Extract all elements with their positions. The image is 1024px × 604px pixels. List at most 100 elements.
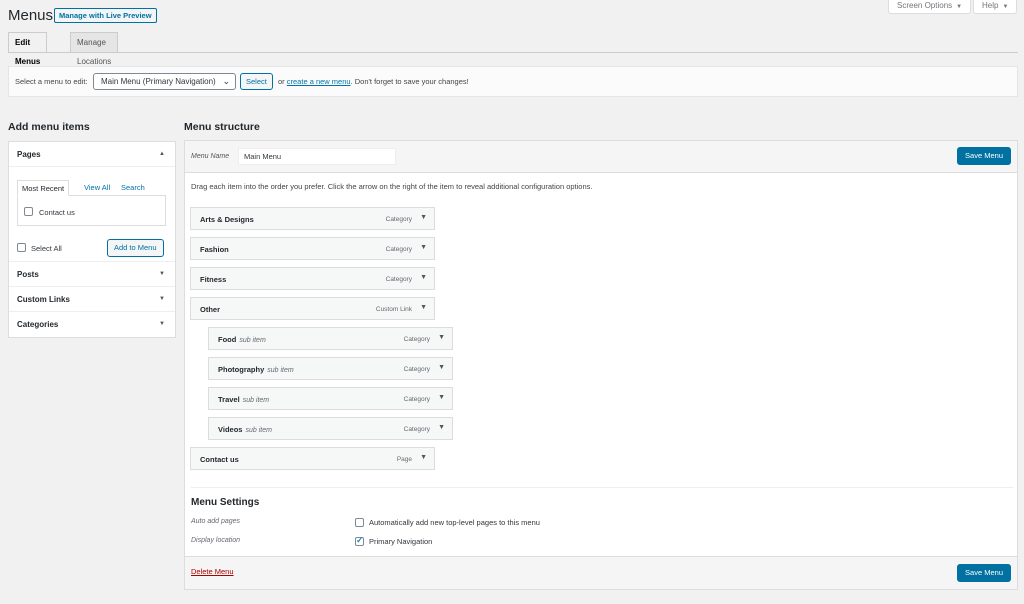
auto-add-checkbox[interactable] — [355, 518, 364, 527]
help-button[interactable]: Help ▼ — [973, 0, 1018, 14]
select-all-label: Select All — [31, 244, 62, 253]
menu-select-dropdown[interactable]: Main Menu (Primary Navigation) ⌄ — [93, 73, 236, 90]
menu-item-title: Food sub item — [218, 335, 266, 344]
primary-navigation-checkbox[interactable] — [355, 535, 364, 546]
menu-item-title-text: Contact us — [200, 455, 239, 464]
menu-item-fitness[interactable]: Fitness Category ▼ — [190, 267, 435, 290]
menu-item-title-text: Arts & Designs — [200, 215, 254, 224]
sub-item-label: sub item — [242, 397, 270, 404]
menu-name-label: Menu Name — [191, 153, 230, 160]
menu-item-contact-us[interactable]: Contact us Page ▼ — [190, 447, 435, 470]
menu-item-type: Custom Link — [375, 306, 412, 313]
caret-down-icon: ▼ — [956, 4, 963, 10]
menu-item-travel[interactable]: Travel sub item Category ▼ — [208, 387, 453, 410]
menu-item-title-text: Fitness — [200, 275, 227, 284]
menu-item-title-text: Other — [200, 305, 221, 314]
expand-arrow-icon[interactable]: ▼ — [420, 214, 427, 221]
or-text: or — [278, 77, 285, 86]
menu-item-type: Page — [396, 456, 412, 463]
categories-section-header[interactable]: Categories ▼ — [9, 312, 175, 337]
select-all-checkbox[interactable] — [17, 243, 26, 252]
menu-select-value: Main Menu (Primary Navigation) — [101, 77, 216, 86]
menu-item-type: Category — [403, 426, 430, 433]
add-menu-items-heading: Add menu items — [8, 121, 90, 133]
expand-arrow-icon: ▼ — [159, 271, 165, 277]
settings-divider — [191, 487, 1013, 488]
expand-arrow-icon[interactable]: ▼ — [438, 334, 445, 341]
save-menu-button-bottom[interactable]: Save Menu — [957, 564, 1011, 582]
add-to-menu-button[interactable]: Add to Menu — [107, 239, 164, 257]
menu-item-type: Category — [385, 246, 412, 253]
tab-edit-menus[interactable]: Edit Menus — [8, 32, 48, 66]
auto-add-text: Automatically add new top-level pages to… — [369, 518, 540, 527]
tab-manage-locations[interactable]: Manage Locations — [70, 32, 119, 66]
select-button[interactable]: Select — [240, 73, 273, 90]
expand-arrow-icon[interactable]: ▼ — [438, 364, 445, 371]
custom-links-section-title: Custom Links — [17, 295, 70, 304]
menu-item-title-text: Videos — [218, 425, 243, 434]
custom-links-section-header[interactable]: Custom Links ▼ — [9, 287, 175, 312]
screen-options-button[interactable]: Screen Options ▼ — [888, 0, 972, 14]
menu-item-title: Arts & Designs — [200, 215, 254, 224]
help-label: Help — [982, 1, 999, 10]
expand-arrow-icon[interactable]: ▼ — [438, 424, 445, 431]
tab-search[interactable]: Search — [121, 180, 145, 195]
save-menu-button[interactable]: Save Menu — [957, 147, 1011, 165]
menu-item-title: Contact us — [200, 455, 239, 464]
menu-item-title-text: Food — [218, 335, 237, 344]
expand-arrow-icon: ▼ — [159, 296, 165, 302]
contact-us-checkbox[interactable] — [24, 207, 33, 216]
menu-item-type: Category — [385, 276, 412, 283]
menu-item-photography[interactable]: Photography sub item Category ▼ — [208, 357, 453, 380]
menu-item-title: Videos sub item — [218, 425, 272, 434]
collapse-arrow-icon: ▲ — [159, 151, 165, 157]
menu-item-type: Category — [403, 396, 430, 403]
menu-item-videos[interactable]: Videos sub item Category ▼ — [208, 417, 453, 440]
menu-select-bar: Select a menu to edit: Main Menu (Primar… — [8, 66, 1018, 97]
screen-options-label: Screen Options — [897, 1, 953, 10]
expand-arrow-icon[interactable]: ▼ — [420, 244, 427, 251]
pages-tabs: Most Recent View All Search Contact us — [17, 180, 166, 227]
delete-menu-link[interactable]: Delete Menu — [191, 567, 234, 576]
sub-item-label: sub item — [239, 337, 266, 344]
live-preview-button[interactable]: Manage with Live Preview — [54, 8, 157, 23]
sub-item-label: sub item — [267, 367, 294, 374]
menu-item-type: Category — [385, 216, 412, 223]
display-location-label: Display location — [191, 537, 241, 544]
menu-item-title-text: Travel — [218, 395, 240, 404]
menu-item-title: Other — [200, 305, 220, 314]
menu-item-type: Category — [403, 366, 430, 373]
contact-us-label: Contact us — [39, 208, 75, 217]
menu-structure-heading: Menu structure — [184, 121, 260, 133]
expand-arrow-icon[interactable]: ▼ — [438, 394, 445, 401]
posts-section-header[interactable]: Posts ▼ — [9, 262, 175, 287]
auto-add-label: Auto add pages — [191, 518, 241, 525]
expand-arrow-icon[interactable]: ▼ — [420, 454, 427, 461]
pages-list: Contact us — [17, 195, 166, 226]
posts-section-title: Posts — [17, 270, 39, 279]
expand-arrow-icon[interactable]: ▼ — [420, 304, 427, 311]
add-menu-items-panel: Pages ▲ Most Recent View All Search Cont… — [8, 141, 176, 338]
menu-item-fashion[interactable]: Fashion Category ▼ — [190, 237, 435, 260]
create-menu-link[interactable]: create a new menu — [287, 77, 351, 86]
menu-item-other[interactable]: Other Custom Link ▼ — [190, 297, 435, 320]
menu-item-arts-designs[interactable]: Arts & Designs Category ▼ — [190, 207, 435, 230]
menu-item-title: Travel sub item — [218, 395, 269, 404]
menu-item-type: Category — [403, 336, 430, 343]
caret-down-icon: ▼ — [1002, 4, 1009, 10]
tab-most-recent[interactable]: Most Recent — [17, 180, 70, 196]
menu-settings-heading: Menu Settings — [191, 497, 260, 508]
chevron-down-icon: ⌄ — [222, 76, 230, 86]
menu-name-bar: Menu Name Main Menu Save Menu — [185, 141, 1017, 173]
pages-section-header[interactable]: Pages ▲ — [9, 142, 175, 167]
menu-item-title-text: Fashion — [200, 245, 229, 254]
menu-item-title-text: Photography — [218, 365, 265, 374]
expand-arrow-icon[interactable]: ▼ — [420, 274, 427, 281]
drag-instructions: Drag each item into the order you prefer… — [191, 182, 593, 191]
select-menu-label: Select a menu to edit: — [15, 77, 88, 86]
primary-navigation-text: Primary Navigation — [369, 537, 433, 546]
save-reminder-text: . Don't forget to save your changes! — [350, 77, 469, 86]
tab-view-all[interactable]: View All — [84, 180, 110, 195]
menu-name-input[interactable]: Main Menu — [238, 148, 396, 165]
menu-item-food[interactable]: Food sub item Category ▼ — [208, 327, 453, 350]
